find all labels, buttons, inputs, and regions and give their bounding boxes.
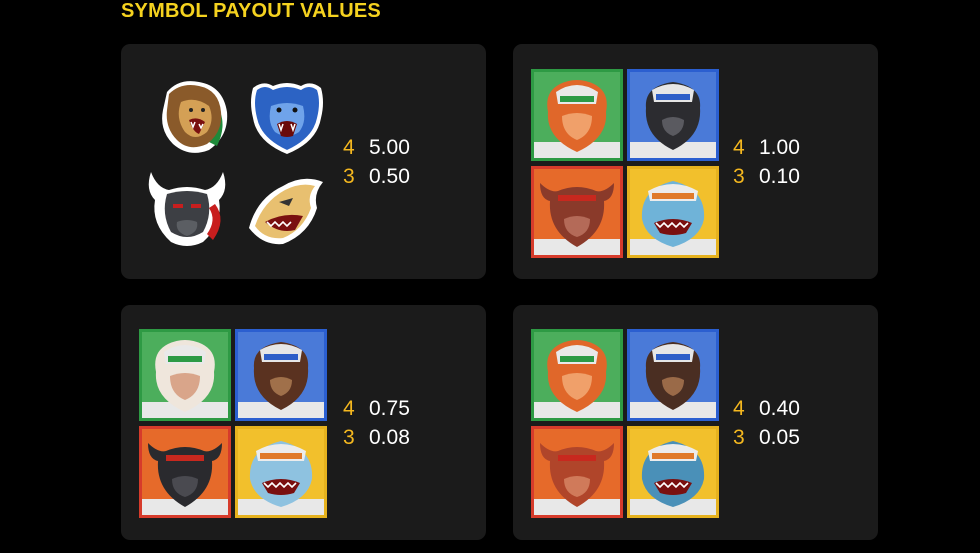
shark-symbol-icon: [235, 426, 327, 518]
lion-symbol-icon: [531, 69, 623, 161]
payout-value: 0.05: [759, 426, 800, 449]
shark-symbol-icon: [627, 166, 719, 258]
payout-values: 4 5.00 3 0.50: [343, 133, 410, 191]
count-label: 4: [343, 136, 355, 159]
bull-logo-icon: [143, 164, 231, 252]
count-label: 4: [343, 397, 355, 420]
shark-logo-icon: [243, 168, 331, 256]
payout-value: 0.40: [759, 397, 800, 420]
payout-panel-tier-2: 4 1.00 3 0.10: [513, 44, 878, 279]
payout-value: 0.08: [369, 426, 410, 449]
count-label: 3: [343, 426, 355, 449]
payout-value: 5.00: [369, 136, 410, 159]
shark-symbol-icon: [627, 426, 719, 518]
payout-row: 3 0.05: [733, 423, 800, 452]
payout-values: 4 0.75 3 0.08: [343, 394, 410, 452]
payout-row: 4 5.00: [343, 133, 410, 162]
page-title: SYMBOL PAYOUT VALUES: [121, 0, 381, 22]
count-label: 3: [733, 165, 745, 188]
payout-panel-tier-4: 4 0.40 3 0.05: [513, 305, 878, 540]
payout-value: 0.50: [369, 165, 410, 188]
bear-symbol-icon: [627, 69, 719, 161]
count-label: 3: [733, 426, 745, 449]
lion-logo-icon: [149, 72, 237, 160]
bull-symbol-icon: [531, 426, 623, 518]
payout-row: 3 0.10: [733, 162, 800, 191]
bear-symbol-icon: [235, 329, 327, 421]
count-label: 4: [733, 397, 745, 420]
payout-values: 4 0.40 3 0.05: [733, 394, 800, 452]
bull-symbol-icon: [139, 426, 231, 518]
bull-symbol-icon: [531, 166, 623, 258]
payout-value: 0.10: [759, 165, 800, 188]
payout-row: 3 0.50: [343, 162, 410, 191]
payout-value: 0.75: [369, 397, 410, 420]
payout-panel-logos: 4 5.00 3 0.50: [121, 44, 486, 279]
payout-row: 4 0.40: [733, 394, 800, 423]
bear-logo-icon: [243, 72, 331, 160]
count-label: 4: [733, 136, 745, 159]
payout-row: 3 0.08: [343, 423, 410, 452]
payout-values: 4 1.00 3 0.10: [733, 133, 800, 191]
payout-value: 1.00: [759, 136, 800, 159]
payout-panel-tier-3: 4 0.75 3 0.08: [121, 305, 486, 540]
lion-symbol-icon: [139, 329, 231, 421]
count-label: 3: [343, 165, 355, 188]
payout-row: 4 1.00: [733, 133, 800, 162]
bear-symbol-icon: [627, 329, 719, 421]
lion-symbol-icon: [531, 329, 623, 421]
payout-row: 4 0.75: [343, 394, 410, 423]
